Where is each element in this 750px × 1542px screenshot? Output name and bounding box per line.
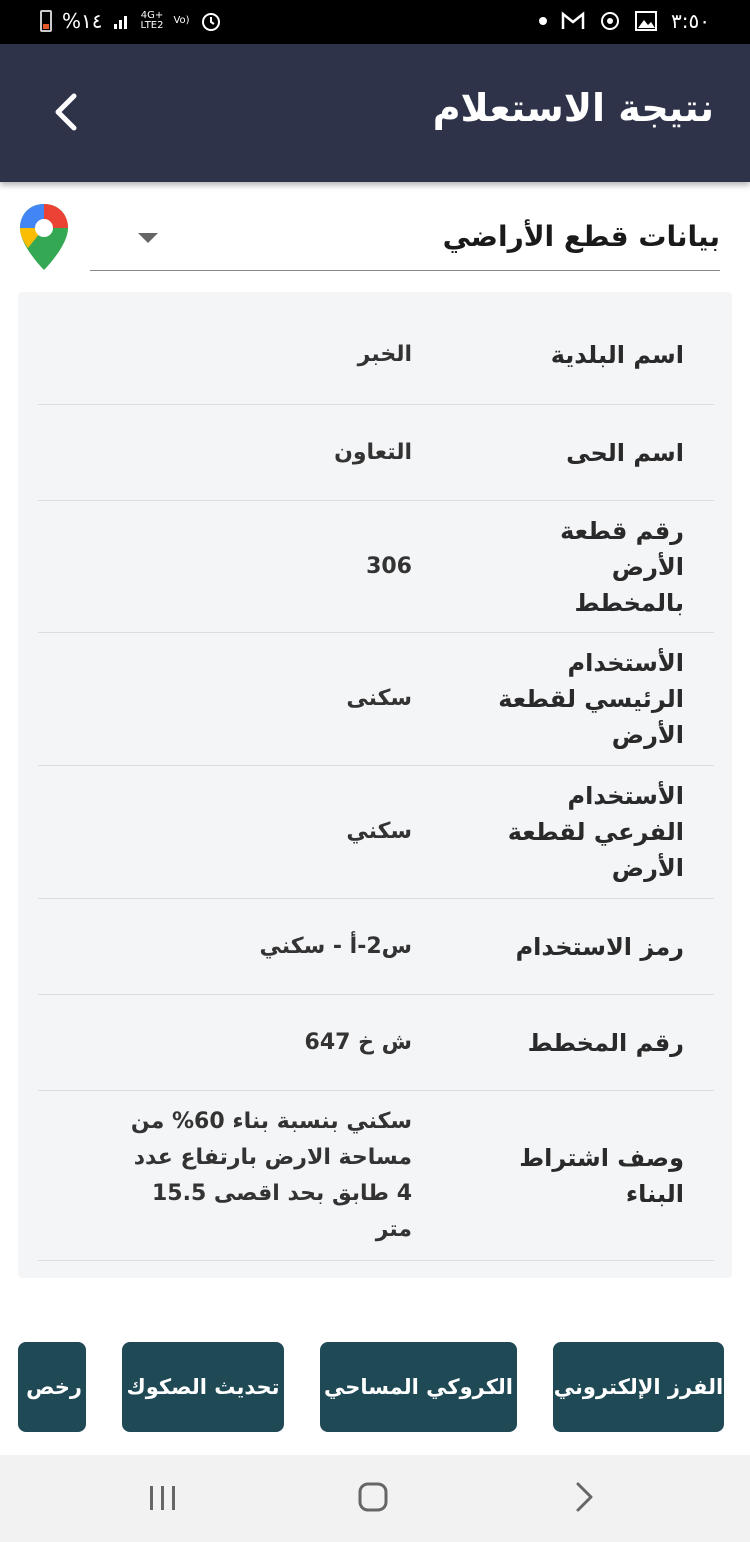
info-row-parcel-number: رقم قطعة الأرض بالمخطط 306 [38,501,714,633]
info-row-building-conditions: وصف اشتراط البناء سكني بنسبة بناء 60% من… [38,1091,714,1261]
dropdown-selected-value: بيانات قطع الأراضي [442,220,720,253]
back-nav-button[interactable] [566,1479,602,1515]
system-nav-bar [0,1455,750,1542]
google-maps-button[interactable] [18,202,70,272]
info-row-municipality: اسم البلدية الخبر [38,306,714,405]
info-row-sub-use: الأستخدام الفرعي لقطعة الأرض سكني [38,766,714,899]
row-value: سكني بنسبة بناء 60% من مساحة الارض بارتف… [130,1108,412,1242]
info-row-use-code: رمز الاستخدام س2-أ - سكني [38,899,714,995]
electronic-sorting-button[interactable]: الفرز الإلكتروني [553,1342,724,1432]
page-title: نتيجة الاستعلام [432,86,714,130]
row-value: التعاون [334,439,412,465]
home-button[interactable] [355,1479,391,1515]
row-label: الأستخدام الفرعي لقطعة الأرض [507,782,684,882]
info-row-plan-number: رقم المخطط ش خ 647 [38,995,714,1091]
notification-dot-icon [539,17,548,25]
alarm-icon [201,13,220,31]
row-label: الأستخدام الرئيسي لقطعة الأرض [498,649,684,749]
chevron-right-icon [576,1482,593,1512]
licenses-button[interactable]: رخص ا [18,1342,86,1432]
row-value: سكني [346,819,412,844]
row-label: اسم البلدية [550,341,684,369]
row-label: وصف اشتراط البناء [519,1143,684,1208]
battery-level: %١٤ [62,9,103,33]
row-value: سكنى [346,686,412,711]
home-icon [358,1482,388,1512]
back-button[interactable] [40,82,96,142]
status-right: ٣:٥٠ [539,9,710,33]
row-label: اسم الحى [566,438,684,467]
chevron-left-icon [55,93,77,131]
status-bar: %١٤ 4G+ LTE2 Vo) ٣:٥٠ [0,0,750,44]
signal-icon [113,16,127,29]
row-value: الخبر [357,342,412,367]
gmail-icon [561,11,585,29]
clock: ٣:٥٠ [671,9,710,33]
volte-indicator: Vo) [173,15,190,26]
row-label: رمز الاستخدام [515,932,684,961]
row-value: س2-أ - سكني [259,933,412,959]
battery-icon [40,10,52,32]
dropdown-arrow-icon [138,233,158,243]
row-label: رقم قطعة الأرض بالمخطط [560,516,684,617]
licenses-button-label: رخص ا [18,1375,82,1399]
survey-sketch-button[interactable]: الكروكي المساحي [320,1342,517,1432]
recent-apps-icon [150,1486,175,1510]
sync-icon [601,12,620,30]
network-indicator: 4G+ LTE2 [140,10,164,31]
row-label: رقم المخطط [527,1028,684,1057]
update-deeds-button[interactable]: تحديث الصكوك [122,1342,284,1432]
recent-apps-button[interactable] [146,1481,180,1515]
row-value: ش خ 647 [304,1029,412,1055]
google-maps-pin-icon [20,204,68,270]
gallery-icon [635,11,658,31]
info-row-district: اسم الحى التعاون [38,405,714,501]
status-left: %١٤ 4G+ LTE2 Vo) [40,9,222,33]
category-dropdown[interactable]: بيانات قطع الأراضي [90,202,720,271]
app-bar: نتيجة الاستعلام [0,44,750,182]
row-value: 306 [366,553,412,579]
info-row-main-use: الأستخدام الرئيسي لقطعة الأرض سكنى [38,633,714,766]
land-info-card: اسم البلدية الخبر اسم الحى التعاون رقم ق… [18,292,732,1278]
